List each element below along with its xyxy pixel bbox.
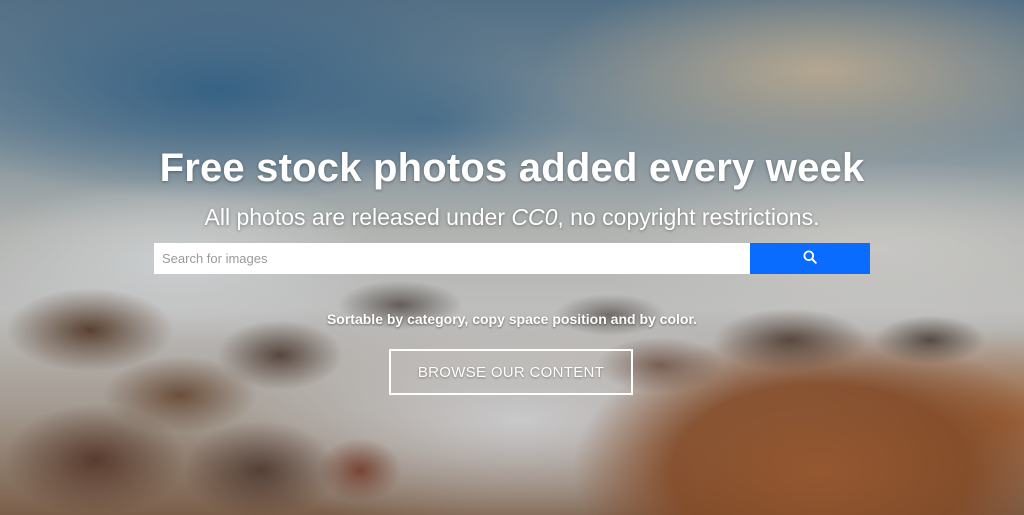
license-name: CC0 [511, 204, 558, 230]
hero-banner: Free stock photos added every week All p… [0, 0, 1024, 515]
search-icon [803, 250, 817, 267]
search-input[interactable] [154, 243, 750, 274]
subline-text-before: All photos are released under [204, 204, 512, 230]
search-button[interactable] [750, 243, 870, 274]
hero-headline: Free stock photos added every week [159, 146, 865, 190]
hero-tagline: Sortable by category, copy space positio… [326, 311, 698, 327]
hero-subheadline: All photos are released under CC0, no co… [0, 204, 1024, 231]
browse-button-label: BROWSE OUR CONTENT [417, 363, 605, 381]
browse-content-button[interactable]: BROWSE OUR CONTENT [389, 349, 633, 395]
subline-text-after: , no copyright restrictions. [557, 204, 820, 230]
search-bar [154, 243, 870, 274]
